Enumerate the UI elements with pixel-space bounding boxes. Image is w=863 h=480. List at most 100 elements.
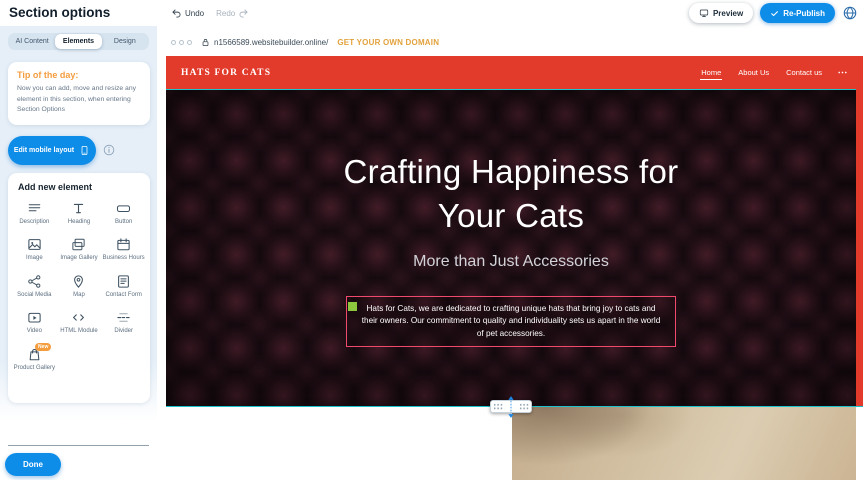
- element-business-hours[interactable]: Business Hours: [101, 237, 146, 263]
- element-heading[interactable]: Heading: [57, 201, 102, 227]
- html-module-icon: [71, 310, 86, 325]
- section-resize-handle[interactable]: [490, 400, 532, 413]
- hero-subtitle: More than Just Accessories: [413, 253, 609, 271]
- info-icon[interactable]: [103, 144, 115, 156]
- site-url: n1566589.websitebuilder.online/: [214, 38, 328, 47]
- element-description[interactable]: Description: [12, 201, 57, 227]
- redo-button[interactable]: Redo: [216, 8, 249, 19]
- resize-handle-green[interactable]: [348, 302, 357, 311]
- hero-text-box[interactable]: Hats for Cats, we are dedicated to craft…: [346, 296, 676, 347]
- tab-elements[interactable]: Elements: [55, 34, 101, 49]
- element-label: Contact Form: [105, 292, 141, 300]
- undo-icon: [171, 8, 182, 19]
- add-element-title: Add new element: [18, 182, 146, 192]
- nav-about-us[interactable]: About Us: [737, 65, 770, 80]
- undo-button[interactable]: Undo: [171, 8, 204, 19]
- video-icon: [27, 310, 42, 325]
- hero-title: Crafting Happiness for Your Cats: [344, 150, 679, 237]
- drag-dots: [519, 403, 529, 410]
- edit-mobile-row: Edit mobile layout: [8, 136, 150, 165]
- section-options-panel: AI ContentElementsDesign Tip of the day:…: [0, 26, 157, 480]
- republish-label: Re-Publish: [783, 9, 825, 18]
- element-product-gallery[interactable]: Product GalleryNew: [12, 347, 57, 373]
- element-label: Business Hours: [103, 255, 145, 263]
- element-grid: Description Heading Button Image Image Galle…: [12, 201, 146, 373]
- tip-card: Tip of the day: Now you can add, move an…: [8, 62, 150, 125]
- hero-paragraph: Hats for Cats, we are dedicated to craft…: [358, 303, 664, 340]
- drag-dots: [493, 403, 503, 410]
- edit-mobile-label: Edit mobile layout: [14, 147, 74, 154]
- phone-icon: [79, 145, 90, 156]
- image-icon: [27, 237, 42, 252]
- element-button[interactable]: Button: [101, 201, 146, 227]
- nav-home[interactable]: Home: [700, 65, 722, 80]
- element-label: HTML Module: [60, 328, 97, 336]
- element-label: Button: [115, 219, 132, 227]
- lock-icon: [201, 38, 210, 47]
- element-label: Video: [27, 328, 42, 336]
- history-controls: Undo Redo: [171, 0, 249, 26]
- tab-ai-content[interactable]: AI Content: [9, 34, 55, 49]
- sidebar-divider: [8, 445, 149, 446]
- page-title: Section options: [9, 5, 110, 20]
- site-logo[interactable]: HATS FOR CATS: [181, 68, 271, 78]
- new-badge: New: [35, 343, 51, 351]
- site-nav: Home About Us Contact us: [700, 65, 823, 80]
- element-contact-form[interactable]: Contact Form: [101, 274, 146, 300]
- element-label: Description: [19, 219, 49, 227]
- republish-button[interactable]: Re-Publish: [760, 3, 835, 23]
- globe-icon[interactable]: [842, 5, 858, 21]
- element-label: Image: [26, 255, 43, 263]
- element-label: Divider: [114, 328, 133, 336]
- undo-label: Undo: [185, 9, 204, 18]
- image-gallery-icon: [71, 237, 86, 252]
- monitor-icon: [699, 8, 709, 18]
- hero-title-line2: Your Cats: [344, 194, 679, 238]
- window-dot: [179, 40, 184, 45]
- canvas-area: n1566589.websitebuilder.online/ GET YOUR…: [166, 26, 863, 480]
- element-label: Map: [73, 292, 85, 300]
- edit-mobile-layout-button[interactable]: Edit mobile layout: [8, 136, 96, 165]
- tip-body: Now you can add, move and resize any ele…: [17, 84, 141, 116]
- redo-label: Redo: [216, 9, 235, 18]
- element-label: Image Gallery: [60, 255, 97, 263]
- nav-contact-us[interactable]: Contact us: [785, 65, 823, 80]
- contact-form-icon: [116, 274, 131, 289]
- description-icon: [27, 201, 42, 216]
- element-divider[interactable]: Divider: [101, 310, 146, 336]
- hero-section[interactable]: Crafting Happiness for Your Cats More th…: [166, 89, 856, 406]
- window-dot: [187, 40, 192, 45]
- element-label: Social Media: [17, 292, 51, 300]
- browser-bar: n1566589.websitebuilder.online/ GET YOUR…: [166, 35, 856, 50]
- resize-arrows-icon: [506, 393, 516, 420]
- add-element-card: Add new element Description Heading Button…: [8, 173, 150, 403]
- tab-design[interactable]: Design: [102, 34, 148, 49]
- button-icon: [116, 201, 131, 216]
- hero-title-line1: Crafting Happiness for: [344, 150, 679, 194]
- site-preview: HATS FOR CATS Home About Us Contact us Cra…: [166, 56, 863, 480]
- site-header: HATS FOR CATS Home About Us Contact us: [166, 56, 863, 89]
- business-hours-icon: [116, 237, 131, 252]
- element-image-gallery[interactable]: Image Gallery: [57, 237, 102, 263]
- element-label: Product Gallery: [14, 365, 55, 373]
- element-html-module[interactable]: HTML Module: [57, 310, 102, 336]
- sand-image[interactable]: [512, 407, 856, 480]
- redo-icon: [238, 8, 249, 19]
- divider-icon: [116, 310, 131, 325]
- social-media-icon: [27, 274, 42, 289]
- get-domain-link[interactable]: GET YOUR OWN DOMAIN: [337, 38, 439, 47]
- sidebar-tabs: AI ContentElementsDesign: [8, 33, 149, 50]
- tip-title: Tip of the day:: [17, 70, 141, 80]
- topbar-actions: Preview Re-Publish: [689, 3, 858, 23]
- element-video[interactable]: Video: [12, 310, 57, 336]
- element-image[interactable]: Image: [12, 237, 57, 263]
- element-social-media[interactable]: Social Media: [12, 274, 57, 300]
- element-label: Heading: [68, 219, 90, 227]
- resize-arrows: [506, 400, 516, 413]
- ellipsis-icon[interactable]: [837, 67, 848, 78]
- preview-label: Preview: [713, 9, 743, 18]
- window-controls: [171, 40, 192, 45]
- preview-button[interactable]: Preview: [689, 3, 753, 23]
- done-button[interactable]: Done: [5, 453, 61, 476]
- element-map[interactable]: Map: [57, 274, 102, 300]
